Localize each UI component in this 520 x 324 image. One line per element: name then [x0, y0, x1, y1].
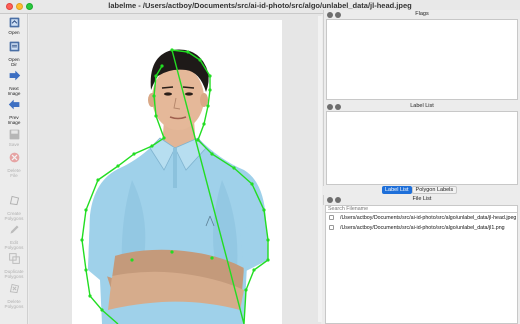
- tools-toolbar: Open Open Dir Next Image Prev Image Save: [0, 14, 28, 324]
- window-title: labelme - /Users/actboy/Documents/src/ai…: [108, 1, 412, 10]
- flags-list[interactable]: [326, 19, 518, 100]
- list-item[interactable]: /Users/actboy/Documents/src/ai-id-photo/…: [326, 213, 517, 223]
- duplicate-polygon-icon: [8, 253, 20, 264]
- open-button[interactable]: Open: [0, 16, 28, 35]
- flags-dock: Flags: [323, 10, 520, 102]
- file-checkbox[interactable]: [329, 225, 334, 230]
- canvas-scrollbar[interactable]: [318, 16, 322, 322]
- label-list[interactable]: [326, 111, 518, 185]
- list-item[interactable]: /Users/actboy/Documents/src/ai-id-photo/…: [326, 223, 517, 233]
- folder-icon: [9, 41, 19, 52]
- open-dir-button[interactable]: Open Dir: [0, 40, 28, 71]
- label-list-title: Label List: [410, 103, 434, 109]
- flags-title: Flags: [415, 11, 429, 17]
- create-polygons-button[interactable]: Create Polygons: [0, 194, 28, 225]
- prev-image-button[interactable]: Prev Image: [0, 98, 28, 129]
- delete-polygon-icon: [9, 283, 19, 294]
- image-canvas[interactable]: [29, 14, 321, 324]
- delete-file-button[interactable]: Delete File: [0, 151, 28, 182]
- arrow-right-icon: [9, 70, 20, 81]
- list-tabs: Label List Polygon Labels: [382, 186, 458, 194]
- file-list-title: File List: [412, 196, 432, 202]
- search-filename-input[interactable]: Search Filename: [325, 205, 518, 213]
- tab-label-list[interactable]: Label List: [382, 186, 412, 194]
- delete-polygons-button[interactable]: Delete Polygons: [0, 282, 28, 313]
- next-image-button[interactable]: Next Image: [0, 69, 28, 100]
- save-icon: [9, 129, 19, 140]
- label-list-dock: Label List: [323, 102, 520, 186]
- edit-polygons-button[interactable]: Edit Polygons: [0, 223, 28, 254]
- duplicate-polygons-button[interactable]: Duplicate Polygons: [0, 252, 28, 283]
- arrow-left-icon: [8, 99, 19, 110]
- save-button[interactable]: Save: [0, 128, 28, 147]
- photo: [72, 20, 282, 324]
- person-image: [80, 48, 270, 324]
- tab-polygon-labels[interactable]: Polygon Labels: [411, 186, 458, 194]
- folder-open-icon: [9, 17, 19, 28]
- edit-polygon-icon: [9, 225, 19, 234]
- delete-icon: [9, 152, 19, 163]
- create-polygon-icon: [9, 195, 19, 206]
- file-list-dock: File List: [323, 195, 520, 205]
- file-checkbox[interactable]: [329, 215, 334, 220]
- file-list[interactable]: /Users/actboy/Documents/src/ai-id-photo/…: [325, 213, 518, 324]
